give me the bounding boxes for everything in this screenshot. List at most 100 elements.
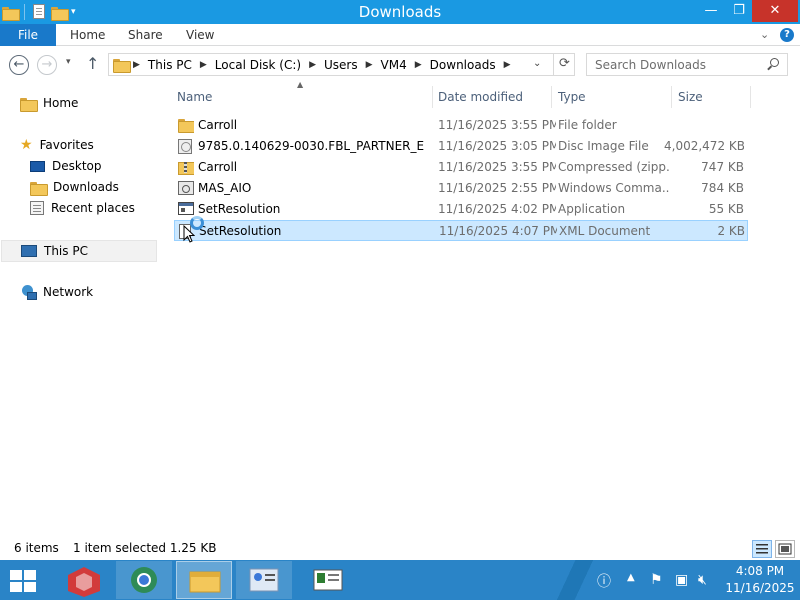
column-divider[interactable] [750, 86, 751, 108]
column-divider[interactable] [671, 86, 672, 108]
file-type: XML Document [559, 224, 651, 238]
volume-muted-icon[interactable]: 🔇︎ [698, 572, 707, 588]
up-button[interactable]: ↑ [86, 54, 99, 73]
expand-ribbon-icon[interactable]: ⌄ [760, 28, 769, 41]
taskbar: ⓘ ▲ ⚑ ▣ 🔇︎ 4:08 PM 11/16/2025 [0, 560, 800, 600]
sidebar-item-recent-places[interactable]: Recent places [30, 198, 135, 218]
breadcrumb-chevron-icon[interactable]: ▶ [415, 60, 422, 70]
table-row[interactable]: Carroll 11/16/2025 3:55 PM File folder [174, 115, 748, 136]
file-name: Carroll [198, 118, 238, 132]
window-title: Downloads [358, 3, 442, 21]
large-icons-view-button[interactable] [775, 540, 795, 558]
table-row[interactable]: MAS_AIO 11/16/2025 2:55 PM Windows Comma… [174, 178, 748, 199]
column-header-type[interactable]: Type [558, 86, 668, 108]
sidebar-item-favorites[interactable]: ★ Favorites [20, 135, 94, 155]
sidebar-item-network[interactable]: Network [20, 282, 93, 302]
close-button[interactable]: ✕ [752, 0, 798, 22]
search-icon[interactable] [767, 58, 779, 70]
refresh-button[interactable]: ⟳ [553, 54, 575, 75]
taskbar-app-tool[interactable] [56, 561, 112, 599]
file-size: 55 KB [708, 202, 744, 216]
breadcrumb-vm4[interactable]: VM4 [381, 58, 407, 72]
sidebar-item-label: Favorites [39, 138, 94, 152]
file-size: 2 KB [717, 224, 745, 238]
file-name: 9785.0.140629-0030.FBL_PARTNER_EEAP_... [198, 139, 424, 153]
large-icons-view-icon [778, 543, 792, 555]
file-date: 11/16/2025 3:55 PM [438, 118, 556, 132]
file-type: Compressed (zipp... [558, 160, 670, 174]
restore-button[interactable]: ❐ [726, 0, 752, 22]
address-bar[interactable]: ▶ This PC ▶ Local Disk (C:) ▶ Users ▶ VM… [108, 53, 575, 76]
table-row-selected[interactable]: SetResolution 11/16/2025 4:07 PM XML Doc… [174, 220, 748, 241]
breadcrumb-chevron-icon[interactable]: ▶ [309, 60, 316, 70]
action-center-flag-icon[interactable]: ⚑ [650, 572, 663, 588]
taskbar-app-chrome[interactable] [116, 561, 172, 599]
file-date: 11/16/2025 2:55 PM [438, 181, 556, 195]
tab-share[interactable]: Share [128, 24, 163, 46]
taskbar-app-file-explorer[interactable] [176, 561, 232, 599]
breadcrumb-chevron-icon[interactable]: ▶ [504, 60, 511, 70]
breadcrumb-chevron-icon[interactable]: ▶ [366, 60, 373, 70]
sidebar-item-label: Network [43, 285, 94, 299]
navigation-bar: ← → ▾ ↑ ▶ This PC ▶ Local Disk (C:) ▶ Us… [0, 46, 800, 84]
start-button[interactable] [10, 570, 38, 592]
info-icon[interactable]: ⓘ [597, 571, 611, 591]
taskbar-app-control-panel[interactable] [236, 561, 292, 599]
sidebar-item-home[interactable]: Home [20, 93, 78, 113]
command-script-icon [178, 181, 194, 196]
breadcrumb-this-pc[interactable]: This PC [148, 58, 192, 72]
back-button[interactable]: ← [9, 55, 29, 75]
tab-home[interactable]: Home [70, 24, 105, 46]
table-row[interactable]: SetResolution 11/16/2025 4:02 PM Applica… [174, 199, 748, 220]
column-divider[interactable] [432, 86, 433, 108]
details-view-button[interactable] [752, 540, 772, 558]
file-date: 11/16/2025 3:05 PM [438, 139, 556, 153]
clock-date: 11/16/2025 [725, 581, 795, 595]
sidebar-item-label: Desktop [52, 159, 102, 173]
mouse-pointer-icon [183, 225, 195, 243]
clock[interactable]: 4:08 PM 11/16/2025 [724, 563, 796, 597]
table-row[interactable]: 9785.0.140629-0030.FBL_PARTNER_EEAP_... … [174, 136, 748, 157]
sidebar-item-desktop[interactable]: Desktop [30, 156, 102, 176]
breadcrumb-chevron-icon[interactable]: ▶ [133, 60, 140, 70]
taskbar-app-server-manager[interactable] [300, 561, 356, 599]
minimize-button[interactable]: — [696, 0, 726, 22]
column-header-date-modified[interactable]: Date modified [438, 86, 548, 108]
breadcrumb-chevron-icon[interactable]: ▶ [200, 60, 207, 70]
sidebar-item-downloads[interactable]: Downloads [30, 177, 119, 197]
file-size: 747 KB [701, 160, 744, 174]
column-header-name[interactable]: Name [177, 86, 431, 108]
search-input[interactable]: Search Downloads [586, 53, 788, 76]
tab-view[interactable]: View [186, 24, 214, 46]
breadcrumb: ▶ This PC ▶ Local Disk (C:) ▶ Users ▶ VM… [133, 54, 519, 75]
desktop-icon [30, 160, 45, 172]
tab-file[interactable]: File [0, 24, 56, 46]
disc-image-icon [178, 139, 194, 154]
sidebar-item-this-pc[interactable]: This PC [1, 240, 157, 262]
help-icon[interactable]: ? [780, 28, 794, 42]
network-tray-icon[interactable]: ▣ [675, 572, 688, 588]
address-dropdown-icon[interactable]: ⌄ [533, 58, 541, 69]
home-folder-icon [20, 97, 38, 112]
recent-locations-icon[interactable]: ▾ [66, 57, 71, 67]
file-name: SetResolution [198, 202, 281, 216]
control-panel-icon [249, 568, 279, 592]
file-type: File folder [558, 118, 617, 132]
breadcrumb-users[interactable]: Users [324, 58, 358, 72]
file-date: 11/16/2025 3:55 PM [438, 160, 556, 174]
column-header-size[interactable]: Size [678, 86, 746, 108]
show-hidden-icons-icon[interactable]: ▲ [627, 572, 635, 583]
forward-button[interactable]: → [37, 55, 57, 75]
ribbon-tabs: File Home Share View ⌄ ? [0, 24, 800, 46]
folder-icon [178, 118, 194, 133]
table-row[interactable]: Carroll 11/16/2025 3:55 PM Compressed (z… [174, 157, 748, 178]
search-placeholder: Search Downloads [595, 58, 706, 72]
breadcrumb-local-disk[interactable]: Local Disk (C:) [215, 58, 301, 72]
sidebar-item-label: This PC [44, 244, 88, 258]
red-app-icon [68, 567, 100, 597]
item-count: 6 items [14, 541, 59, 555]
breadcrumb-downloads[interactable]: Downloads [430, 58, 496, 72]
sidebar-item-label: Recent places [51, 201, 135, 215]
browser-icon [131, 567, 157, 593]
column-divider[interactable] [551, 86, 552, 108]
